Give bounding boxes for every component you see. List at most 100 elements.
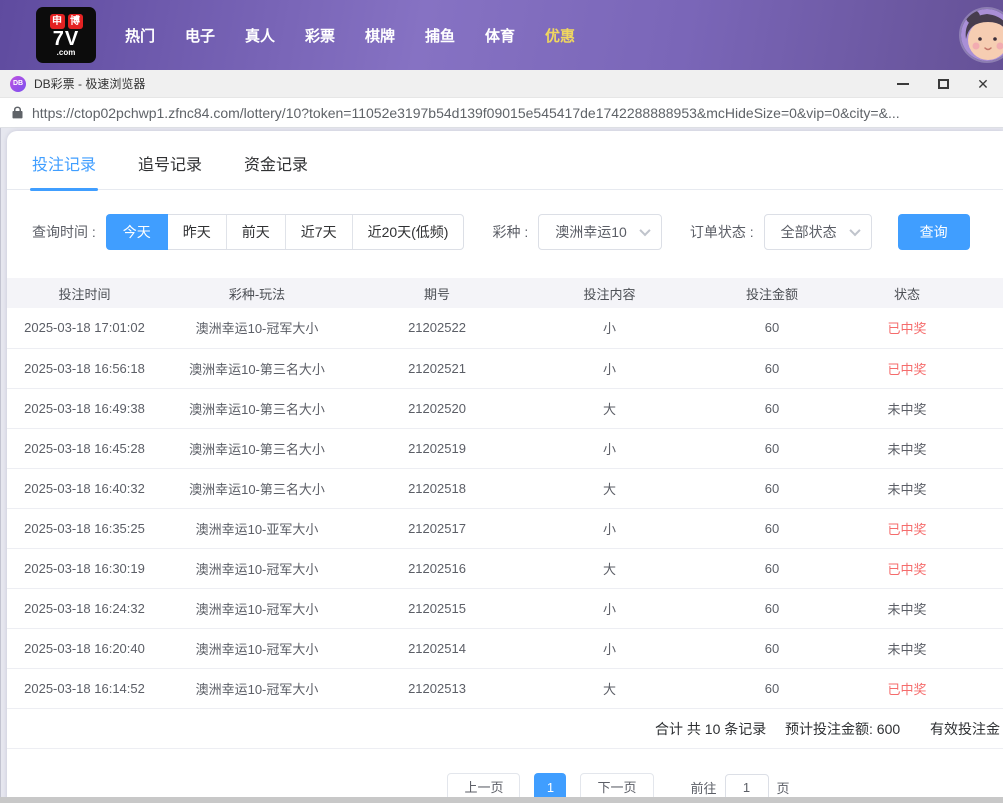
cell-game-play: 澳洲幸运10-第三名大小 — [162, 468, 352, 509]
tab-投注记录[interactable]: 投注记录 — [29, 151, 99, 191]
nav-item-热门[interactable]: 热门 — [110, 25, 170, 46]
filter-bar: 查询时间 : 今天 昨天 前天 近7天 近20天(低频) 彩种 : 澳洲幸运10 订单状… — [32, 214, 1003, 250]
cell-game-play: 澳洲幸运10-冠军大小 — [162, 548, 352, 589]
url-bar[interactable]: https://ctop02pchwp1.zfnc84.com/lottery/… — [0, 98, 1003, 128]
cell-game-play: 澳洲幸运10-冠军大小 — [162, 308, 352, 349]
browser-titlebar: DB DB彩票 - 极速浏览器 ✕ — [0, 70, 1003, 98]
nav-item-棋牌[interactable]: 棋牌 — [350, 25, 410, 46]
avatar-girl-icon — [961, 9, 1003, 61]
summary-row: 合计 共 10 条记录 预计投注金额: 600 有效投注金 — [7, 709, 1003, 749]
cell-bet-content: 小 — [522, 308, 697, 349]
cell-bet-time: 2025-03-18 16:14:52 — [7, 668, 162, 709]
nav-item-体育[interactable]: 体育 — [470, 25, 530, 46]
cell-game-play: 澳洲幸运10-冠军大小 — [162, 668, 352, 709]
time-option-前天[interactable]: 前天 — [225, 215, 285, 249]
cell-status: 未中奖 — [847, 628, 1003, 669]
cell-bet-content: 小 — [522, 508, 697, 549]
site-logo[interactable]: 申 博 7V .com — [36, 7, 96, 63]
cell-bet-content: 大 — [522, 468, 697, 509]
tab-资金记录[interactable]: 资金记录 — [244, 151, 308, 189]
cell-bet-content: 小 — [522, 348, 697, 389]
time-range-group: 今天 昨天 前天 近7天 近20天(低频) — [105, 214, 465, 250]
nav-item-捕鱼[interactable]: 捕鱼 — [410, 25, 470, 46]
cell-bet-amount: 60 — [697, 508, 847, 549]
time-option-今天[interactable]: 今天 — [105, 214, 168, 250]
db-favicon-icon: DB — [10, 75, 26, 92]
header-cell-期号: 期号 — [352, 278, 522, 308]
cell-bet-amount: 60 — [697, 348, 847, 389]
nav-item-彩票[interactable]: 彩票 — [290, 25, 350, 46]
table-header-row: 投注时间 彩种-玩法 期号 投注内容 投注金额 状态 — [7, 278, 1003, 308]
cell-bet-time: 2025-03-18 17:01:02 — [7, 308, 162, 349]
maximize-icon — [937, 78, 949, 89]
goto-unit-label: 页 — [776, 781, 790, 796]
cell-bet-content: 小 — [522, 628, 697, 669]
nav-item-优惠[interactable]: 优惠 — [530, 25, 590, 46]
logo-suffix-text: .com — [56, 47, 76, 57]
cell-status: 已中奖 — [847, 668, 1003, 709]
header-cell-状态: 状态 — [847, 278, 1003, 308]
tab-追号记录[interactable]: 追号记录 — [138, 151, 202, 189]
close-icon: ✕ — [977, 75, 989, 92]
summary-total: 合计 共 10 条记录 — [655, 720, 767, 737]
logo-main-text: 7V — [52, 27, 80, 50]
close-button[interactable]: ✕ — [963, 70, 1003, 98]
cell-status: 已中奖 — [847, 348, 1003, 389]
user-avatar[interactable] — [961, 9, 1003, 61]
nav-item-真人[interactable]: 真人 — [230, 25, 290, 46]
cell-bet-amount: 60 — [697, 428, 847, 469]
lottery-select-value: 澳洲幸运10 — [555, 224, 627, 240]
cell-status: 已中奖 — [847, 308, 1003, 349]
cell-bet-amount: 60 — [697, 308, 847, 349]
table-row: 2025-03-18 16:45:28 澳洲幸运10-第三名大小 21202519 小… — [7, 428, 1003, 469]
cell-status: 未中奖 — [847, 588, 1003, 629]
search-button[interactable]: 查询 — [897, 214, 970, 250]
window-bottom-edge — [0, 797, 1003, 803]
cell-status: 已中奖 — [847, 508, 1003, 549]
table-row: 2025-03-18 16:35:25 澳洲幸运10-亚军大小 21202517 小 6… — [7, 508, 1003, 549]
cell-game-play: 澳洲幸运10-冠军大小 — [162, 628, 352, 669]
table-row: 2025-03-18 16:40:32 澳洲幸运10-第三名大小 21202518 大… — [7, 468, 1003, 509]
table-row: 2025-03-18 16:24:32 澳洲幸运10-冠军大小 21202515 小 6… — [7, 588, 1003, 629]
cell-bet-time: 2025-03-18 16:40:32 — [7, 468, 162, 509]
summary-valid-amount: 有效投注金 — [930, 720, 1000, 737]
cell-bet-content: 小 — [522, 428, 697, 469]
lottery-filter-label: 彩种 : — [492, 224, 529, 240]
record-tabs: 投注记录 追号记录 资金记录 — [7, 131, 1003, 191]
logo-badge-left: 申 — [49, 13, 65, 29]
status-select-value: 全部状态 — [780, 224, 837, 240]
order-status-select[interactable]: 全部状态 — [763, 214, 872, 250]
chevron-down-icon — [639, 224, 651, 237]
cell-game-play: 澳洲幸运10-第三名大小 — [162, 388, 352, 429]
summary-expected-amount: 预计投注金额: 600 — [785, 720, 901, 737]
cell-issue-number: 21202520 — [352, 388, 522, 429]
header-cell-彩种-玩法: 彩种-玩法 — [162, 278, 352, 308]
nav-item-电子[interactable]: 电子 — [170, 25, 230, 46]
cell-bet-amount: 60 — [697, 548, 847, 589]
minimize-icon — [897, 82, 909, 85]
lottery-select[interactable]: 澳洲幸运10 — [538, 214, 662, 250]
maximize-button[interactable] — [923, 70, 963, 98]
cell-status: 未中奖 — [847, 388, 1003, 429]
cell-bet-time: 2025-03-18 16:56:18 — [7, 348, 162, 389]
window-title: DB彩票 - 极速浏览器 — [34, 77, 146, 91]
page-background: 投注记录 追号记录 资金记录 查询时间 : 今天 昨天 前天 近7天 近20天(低频) 彩种… — [0, 128, 1003, 803]
cell-bet-time: 2025-03-18 16:45:28 — [7, 428, 162, 469]
minimize-button[interactable] — [883, 70, 923, 98]
time-option-近7天[interactable]: 近7天 — [284, 215, 352, 249]
header-cell-投注时间: 投注时间 — [7, 278, 162, 308]
time-option-近20天(低频)[interactable]: 近20天(低频) — [351, 215, 464, 249]
cell-bet-content: 大 — [522, 388, 697, 429]
time-option-昨天[interactable]: 昨天 — [168, 215, 226, 249]
cell-issue-number: 21202521 — [352, 348, 522, 389]
cell-bet-amount: 60 — [697, 388, 847, 429]
cell-bet-time: 2025-03-18 16:24:32 — [7, 588, 162, 629]
cell-issue-number: 21202514 — [352, 628, 522, 669]
cell-bet-time: 2025-03-18 16:35:25 — [7, 508, 162, 549]
bet-table: 投注时间 彩种-玩法 期号 投注内容 投注金额 状态 2025-03-18 17:01:0… — [7, 278, 1003, 709]
cell-issue-number: 21202519 — [352, 428, 522, 469]
cell-issue-number: 21202517 — [352, 508, 522, 549]
cell-bet-content: 小 — [522, 588, 697, 629]
site-nav: 申 博 7V .com 热门 电子 真人 彩票 棋牌 捕鱼 体育 优惠 — [0, 0, 1003, 70]
status-filter-label: 订单状态 : — [689, 224, 754, 240]
